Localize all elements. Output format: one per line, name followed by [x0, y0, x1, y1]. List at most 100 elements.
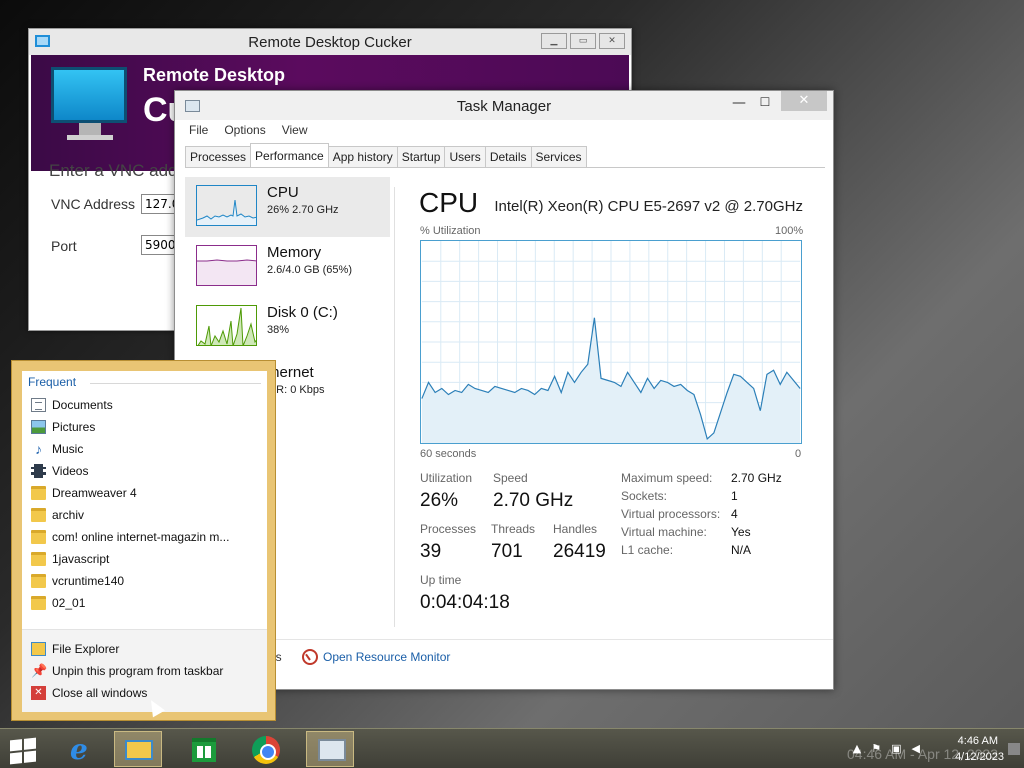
taskbar-store[interactable] — [180, 731, 228, 767]
processes-value: 39 — [420, 541, 442, 562]
taskbar-chrome[interactable] — [241, 731, 289, 767]
file-explorer-icon — [31, 642, 46, 656]
show-hidden-icons-icon[interactable]: ▲ — [853, 742, 861, 755]
jump-item-label: Videos — [52, 464, 89, 478]
close-icon: ✕ — [31, 686, 46, 700]
jump-item-com-online[interactable]: com! online internet-magazin m... — [31, 526, 261, 548]
jump-item-dreamweaver[interactable]: Dreamweaver 4 — [31, 482, 261, 504]
jump-list-header: Frequent — [28, 375, 77, 389]
taskbar-file-explorer[interactable] — [114, 731, 162, 767]
sidebar-memory-value: 2.6/4.0 GB (65%) — [267, 264, 352, 276]
pictures-icon — [31, 420, 46, 434]
zero-axis-label: 0 — [795, 448, 802, 460]
folder-icon — [31, 552, 46, 566]
resource-monitor-icon — [302, 649, 318, 665]
sockets-label: Sockets: — [621, 489, 668, 503]
cpu-utilization-graph — [420, 240, 802, 444]
network-icon[interactable]: ▣ — [891, 742, 901, 755]
task-unpin-program[interactable]: 📌 Unpin this program from taskbar — [31, 660, 261, 682]
utilization-label: Utilization — [420, 471, 473, 485]
virtual-processors-value: 4 — [731, 507, 738, 521]
sidebar-item-cpu[interactable]: CPU 26% 2.70 GHz — [185, 177, 390, 237]
action-center-flag-icon[interactable]: ⚑ — [871, 742, 881, 755]
close-button[interactable]: ✕ — [781, 91, 827, 111]
jump-item-music[interactable]: ♪ Music — [31, 438, 261, 460]
folder-icon — [31, 486, 46, 500]
close-button[interactable]: ✕ — [599, 33, 625, 49]
monitor-logo-icon — [51, 67, 127, 123]
sockets-value: 1 — [731, 489, 738, 503]
tab-details[interactable]: Details — [484, 146, 532, 167]
start-button[interactable] — [0, 731, 48, 767]
jump-item-1javascript[interactable]: 1javascript — [31, 548, 261, 570]
jump-item-label: com! online internet-magazin m... — [52, 530, 230, 544]
remote-desktop-titlebar[interactable]: Remote Desktop Cucker ▁ ▭ ✕ — [29, 29, 631, 55]
jump-item-label: Pictures — [52, 420, 96, 434]
clock-date[interactable]: 4/12/2023 — [955, 751, 1004, 763]
store-icon — [192, 738, 216, 762]
tab-startup[interactable]: Startup — [396, 146, 446, 167]
task-close-all-windows[interactable]: ✕ Close all windows — [31, 682, 261, 704]
threads-value: 701 — [491, 541, 523, 562]
jump-item-label: archiv — [52, 508, 85, 522]
taskbar-jump-list: Frequent Documents Pictures ♪ Music Vide… — [11, 360, 276, 721]
chrome-icon — [252, 736, 280, 764]
tab-performance[interactable]: Performance — [250, 143, 329, 166]
menu-file[interactable]: File — [189, 123, 208, 137]
jump-item-label: 1javascript — [52, 552, 110, 566]
port-label: Port — [51, 238, 77, 254]
sidebar-cpu-value: 26% 2.70 GHz — [267, 204, 339, 216]
clock-time[interactable]: 4:46 AM — [958, 735, 998, 747]
cpu-heading: CPU — [419, 187, 479, 218]
utilization-value: 26% — [420, 490, 459, 511]
max-axis-label: 100% — [775, 225, 804, 237]
uptime-value: 0:04:04:18 — [420, 592, 510, 613]
minimize-button[interactable]: — — [729, 95, 749, 113]
tab-services[interactable]: Services — [530, 146, 587, 167]
jump-item-vcruntime140[interactable]: vcruntime140 — [31, 570, 261, 592]
documents-icon — [31, 398, 46, 412]
sidebar-disk-name: Disk 0 (C:) — [267, 304, 338, 321]
folder-icon — [31, 574, 46, 588]
minimize-button[interactable]: ▁ — [541, 33, 567, 49]
jump-item-pictures[interactable]: Pictures — [31, 416, 261, 438]
taskbar-internet-explorer[interactable]: e — [58, 731, 106, 767]
disk-mini-graph — [196, 305, 257, 346]
taskbar: e 04:46 AM - Apr 12, 2023 ▲ ⚑ ▣ ◀ 4:46 A… — [0, 728, 1024, 768]
tab-app-history[interactable]: App history — [327, 146, 398, 167]
volume-icon[interactable]: ◀ — [912, 742, 920, 755]
sidebar-memory-name: Memory — [267, 244, 322, 261]
jump-item-archiv[interactable]: archiv — [31, 504, 261, 526]
jump-item-02-01[interactable]: 02_01 — [31, 592, 261, 614]
utilization-axis-label: % Utilization — [420, 225, 481, 237]
banner-title: Remote Desktop — [143, 65, 286, 85]
open-resource-monitor-link[interactable]: Open Resource Monitor — [323, 650, 450, 664]
show-desktop-button[interactable] — [1008, 743, 1020, 755]
task-label: Unpin this program from taskbar — [52, 664, 224, 678]
tab-users[interactable]: Users — [444, 146, 486, 167]
sidebar-item-disk[interactable]: Disk 0 (C:) 38% — [185, 297, 390, 357]
menu-view[interactable]: View — [282, 123, 308, 137]
jump-item-videos[interactable]: Videos — [31, 460, 261, 482]
task-manager-titlebar[interactable]: Task Manager — ☐ ✕ — [175, 91, 833, 120]
jump-item-label: Music — [52, 442, 84, 456]
jump-item-documents[interactable]: Documents — [31, 394, 261, 416]
folder-icon — [31, 530, 46, 544]
vnc-address-label: VNC Address — [51, 196, 136, 212]
sidebar-item-memory[interactable]: Memory 2.6/4.0 GB (65%) — [185, 237, 390, 297]
virtual-machine-label: Virtual machine: — [621, 525, 707, 539]
task-file-explorer[interactable]: File Explorer — [31, 638, 261, 660]
sidebar-disk-value: 38% — [267, 324, 290, 336]
speed-value: 2.70 GHz — [493, 490, 574, 511]
maximize-button[interactable]: ☐ — [755, 95, 775, 113]
processes-label: Processes — [420, 522, 477, 536]
virtual-machine-value: Yes — [731, 525, 751, 539]
virtual-processors-label: Virtual processors: — [621, 507, 721, 521]
file-explorer-icon — [125, 740, 153, 760]
maximize-button[interactable]: ▭ — [570, 33, 596, 49]
menu-options[interactable]: Options — [224, 123, 265, 137]
tab-processes[interactable]: Processes — [185, 146, 252, 167]
sidebar-cpu-name: CPU — [267, 184, 299, 201]
memory-mini-graph — [196, 245, 257, 286]
taskbar-task-manager[interactable] — [306, 731, 354, 767]
